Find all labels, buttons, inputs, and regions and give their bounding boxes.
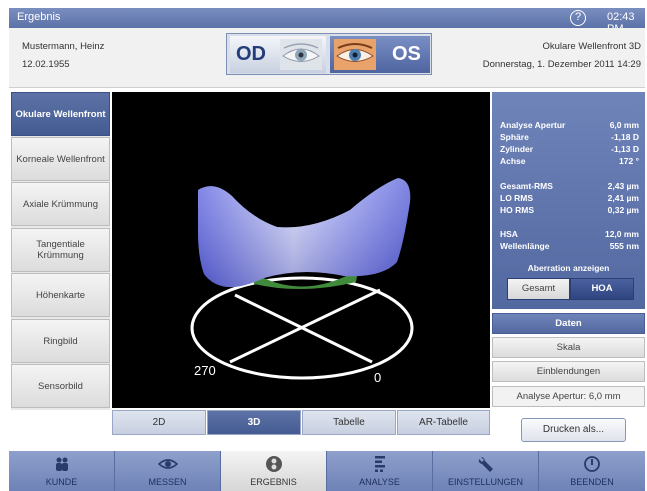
nav-axiale-kruemmung[interactable]: Axiale Krümmung: [11, 182, 110, 226]
wavefront-3d-viewer[interactable]: 270 0: [112, 92, 490, 408]
daten-header-button[interactable]: Daten: [492, 313, 645, 334]
stat-label: HSA: [500, 229, 518, 239]
map-type-nav: Okulare Wellenfront Korneale Wellenfront…: [11, 92, 110, 410]
stat-label: LO RMS: [500, 193, 534, 203]
stat-value: 172 °: [619, 156, 639, 166]
eye-od-label: OD: [236, 43, 266, 65]
axis-line: [229, 288, 381, 364]
stat-value: 6,0 mm: [609, 120, 639, 130]
bottom-tab-kunde[interactable]: KUNDE: [9, 451, 115, 491]
right-eye-icon: [280, 39, 322, 70]
analyse-apertur-display[interactable]: Analyse Apertur: 6,0 mm: [492, 386, 645, 407]
bottom-tab-label: KUNDE: [45, 477, 78, 487]
eye-os-label: OS: [392, 43, 421, 65]
bottom-tab-label: ERGEBNIS: [250, 477, 297, 487]
stat-value: 2,43 µm: [607, 181, 639, 191]
bottom-tab-analyse[interactable]: ANALYSE: [327, 451, 433, 491]
nav-label: Höhenkarte: [35, 289, 86, 301]
nav-hoehenkarte[interactable]: Höhenkarte: [11, 273, 110, 317]
bottom-tab-einstellungen[interactable]: EINSTELLUNGEN: [433, 451, 539, 491]
power-icon: [584, 456, 600, 472]
left-eye-icon: [334, 39, 376, 70]
patient-birthdate: 12.02.1955: [22, 59, 70, 70]
analysis-chart-icon: [374, 456, 385, 472]
stat-label: Analyse Apertur: [500, 120, 566, 130]
nav-label: Axiale Krümmung: [23, 198, 98, 210]
nav-label: Tangentiale Krümmung: [36, 239, 85, 261]
bottom-navigation: KUNDE MESSEN ERGEBNIS ANALYSE EINSTELLUN…: [9, 451, 645, 491]
result-icon: [265, 456, 282, 472]
stat-value: -1,13 D: [611, 144, 639, 154]
tab-tabelle[interactable]: Tabelle: [302, 410, 396, 435]
aberration-title: Aberration anzeigen: [527, 263, 610, 273]
bottom-tab-label: MESSEN: [148, 477, 187, 487]
help-icon[interactable]: ?: [570, 10, 586, 26]
stat-value: 555 nm: [609, 241, 639, 251]
eye-os-button[interactable]: OS: [330, 36, 430, 73]
stat-value: 2,41 µm: [607, 193, 639, 203]
print-button[interactable]: Drucken als...: [521, 418, 626, 442]
exam-date: Donnerstag, 1. Dezember 2011 14:29: [482, 59, 641, 70]
aberration-gesamt-toggle[interactable]: Gesamt: [507, 278, 570, 300]
stat-label: Zylinder: [500, 144, 534, 154]
bottom-tab-label: EINSTELLUNGEN: [447, 477, 524, 487]
nav-okulare-wellenfront[interactable]: Okulare Wellenfront: [11, 92, 110, 136]
bottom-tab-messen[interactable]: MESSEN: [115, 451, 221, 491]
exam-title: Okulare Wellenfront 3D: [542, 41, 641, 52]
nav-label: Sensorbild: [38, 380, 83, 392]
bottom-tab-label: BEENDEN: [570, 477, 614, 487]
wrench-icon: [478, 457, 493, 472]
patient-name: Mustermann, Heinz: [22, 41, 105, 52]
stat-value: -1,18 D: [611, 132, 639, 142]
surface-shading: [198, 178, 411, 288]
axis-label-270: 270: [194, 363, 216, 378]
axis-label-0: 0: [374, 370, 381, 385]
aberration-hoa-toggle[interactable]: HOA: [570, 278, 634, 300]
nav-ringbild[interactable]: Ringbild: [11, 319, 110, 363]
stat-label: Gesamt-RMS: [500, 181, 553, 191]
stat-label: Wellenlänge: [500, 241, 550, 251]
eye-od-button[interactable]: OD: [230, 36, 326, 73]
bottom-tab-beenden[interactable]: BEENDEN: [539, 451, 645, 491]
stat-label: Sphäre: [500, 132, 529, 142]
stat-value: 12,0 mm: [604, 229, 639, 239]
nav-label: Okulare Wellenfront: [15, 108, 106, 120]
view-tabs: 2D 3D Tabelle AR-Tabelle: [112, 410, 490, 436]
stat-label: HO RMS: [500, 205, 534, 215]
nav-korneale-wellenfront[interactable]: Korneale Wellenfront: [11, 137, 110, 181]
tab-3d[interactable]: 3D: [207, 410, 301, 435]
people-icon: [55, 457, 68, 471]
eye-icon: [157, 459, 178, 469]
bottom-tab-label: ANALYSE: [359, 477, 400, 487]
bottom-tab-ergebnis[interactable]: ERGEBNIS: [221, 451, 327, 491]
nav-sensorbild[interactable]: Sensorbild: [11, 364, 110, 408]
stat-value: 0,32 µm: [607, 205, 639, 215]
nav-label: Korneale Wellenfront: [16, 153, 105, 165]
einblendungen-button[interactable]: Einblendungen: [492, 361, 645, 382]
title-bar: Ergebnis ? 02:43 PM: [9, 8, 645, 35]
eye-selector: OD OS: [226, 33, 432, 75]
stats-panel: Analyse Apertur 6,0 mm Sphäre -1,18 D Zy…: [492, 92, 645, 309]
stat-label: Achse: [500, 156, 526, 166]
tab-ar-tabelle[interactable]: AR-Tabelle: [397, 410, 490, 435]
skala-button[interactable]: Skala: [492, 337, 645, 358]
nav-tangentiale-kruemmung[interactable]: Tangentiale Krümmung: [11, 228, 110, 272]
wavefront-surface-plot[interactable]: 270 0: [112, 92, 490, 408]
nav-label: Ringbild: [43, 335, 78, 347]
tab-2d[interactable]: 2D: [112, 410, 206, 435]
window-title: Ergebnis: [17, 11, 61, 23]
